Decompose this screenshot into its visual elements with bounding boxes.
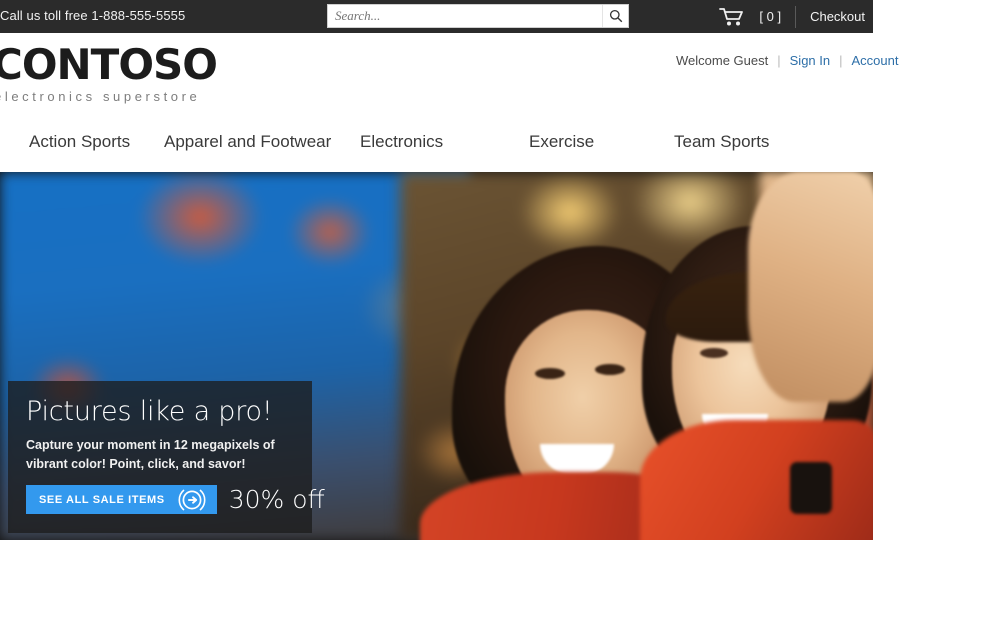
hero-person-two-eye-left — [700, 348, 728, 358]
nav-item-electronics[interactable]: Electronics — [360, 132, 443, 152]
search-icon — [609, 9, 622, 23]
shopping-cart-icon — [719, 7, 744, 25]
top-utility-bar: Call us toll free 1-888-555-5555 [ 0 ] — [0, 0, 873, 33]
site-logo[interactable]: CONTOSO electronics superstore — [0, 40, 242, 105]
arrow-right-circle-icon — [177, 488, 207, 512]
cart-and-checkout-zone: [ 0 ] Checkout — [719, 0, 873, 33]
search-box[interactable] — [327, 4, 629, 28]
hero-promo-subtitle: Capture your moment in 12 megapixels of … — [26, 438, 275, 471]
account-link[interactable]: Account — [852, 53, 899, 68]
main-navigation: Action Sports Apparel and Footwear Elect… — [0, 119, 1008, 172]
account-separator-2: | — [839, 53, 843, 68]
hero-carousel[interactable]: Pictures like a pro! Capture your moment… — [0, 172, 873, 540]
hero-person-two-jacket — [640, 420, 873, 540]
cart-item-count: [ 0 ] — [759, 9, 782, 24]
page-root: Call us toll free 1-888-555-5555 [ 0 ] — [0, 0, 1008, 630]
hero-person-two-raised-arm — [748, 172, 873, 402]
account-bar: Welcome Guest | Sign In | Account — [676, 53, 1008, 68]
nav-item-apparel-and-footwear[interactable]: Apparel and Footwear — [164, 132, 331, 152]
nav-item-exercise[interactable]: Exercise — [529, 132, 594, 152]
sign-in-link[interactable]: Sign In — [790, 53, 830, 68]
logo-wordmark: CONTOSO — [0, 40, 218, 89]
welcome-label: Welcome Guest — [676, 53, 769, 68]
hero-promo-title: Pictures like a pro! — [26, 396, 273, 427]
hero-discount-text: 30% off — [228, 485, 325, 514]
hero-cta-row: SEE ALL SALE ITEMS 30% off — [26, 485, 325, 514]
search-button[interactable] — [602, 5, 628, 27]
cart-icon-wrapper[interactable] — [719, 7, 749, 27]
nav-list: Action Sports Apparel and Footwear Elect… — [0, 119, 1008, 172]
nav-item-team-sports[interactable]: Team Sports — [674, 132, 769, 152]
hero-camera-object — [790, 462, 832, 514]
hero-person-one-eye-left — [535, 368, 565, 379]
nav-item-action-sports[interactable]: Action Sports — [29, 132, 130, 152]
see-all-sale-items-label: SEE ALL SALE ITEMS — [39, 493, 165, 506]
hero-promo-panel: Pictures like a pro! Capture your moment… — [8, 381, 325, 533]
hero-person-one-eye-right — [595, 364, 625, 375]
account-separator-1: | — [777, 53, 781, 68]
toll-free-phone-text: Call us toll free 1-888-555-5555 — [0, 8, 186, 23]
checkout-link[interactable]: Checkout — [796, 9, 873, 24]
site-header: CONTOSO electronics superstore Welcome G… — [0, 33, 1008, 141]
search-input[interactable] — [328, 5, 602, 27]
see-all-sale-items-button[interactable]: SEE ALL SALE ITEMS — [26, 485, 217, 514]
logo-tagline: electronics superstore — [0, 89, 201, 104]
